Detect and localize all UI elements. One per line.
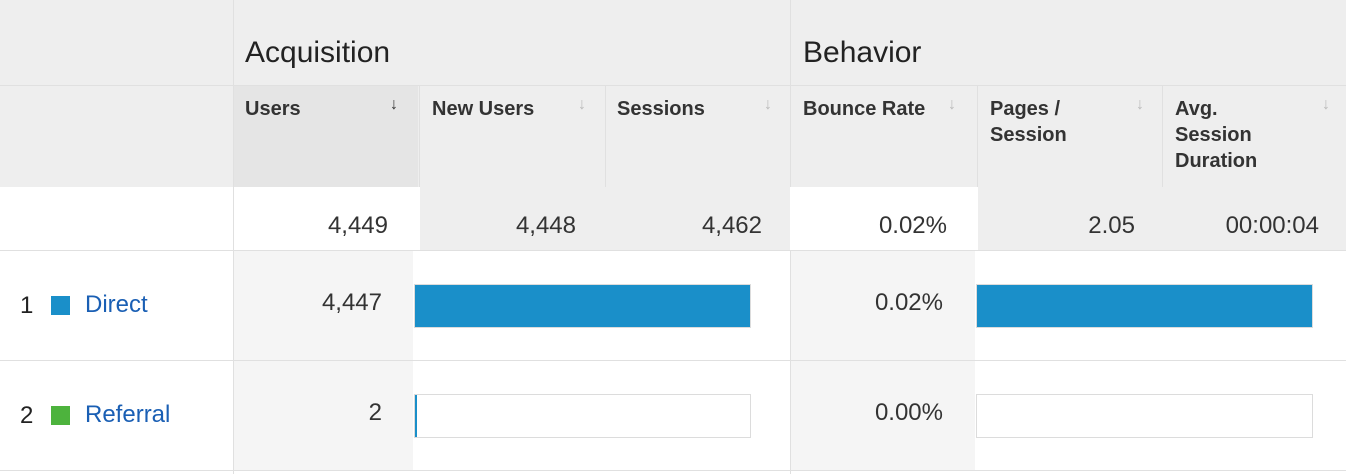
bounce-rate-bar bbox=[976, 284, 1313, 328]
header-background bbox=[0, 0, 1346, 187]
series-color-swatch bbox=[51, 296, 70, 315]
sort-icon[interactable]: ↓ bbox=[1322, 96, 1330, 114]
channel-link[interactable]: Referral bbox=[85, 401, 170, 429]
users-bar bbox=[414, 284, 751, 328]
column-header-bounce-rate[interactable]: Bounce Rate bbox=[803, 96, 948, 122]
bounce-rate-value: 0.02% bbox=[874, 289, 943, 316]
sort-icon[interactable]: ↓ bbox=[948, 96, 956, 114]
column-header-sessions[interactable]: Sessions bbox=[617, 96, 757, 122]
bounce-rate-bar-fill bbox=[977, 285, 1312, 327]
total-pages-session: 2.05 bbox=[1088, 212, 1135, 239]
users-bar-fill bbox=[415, 285, 750, 327]
row-bottom-border bbox=[0, 470, 1346, 471]
totals-bottom-border bbox=[0, 250, 1346, 251]
row-bottom-border bbox=[0, 360, 1346, 361]
total-new-users: 4,448 bbox=[515, 212, 576, 239]
header-divider bbox=[0, 85, 1346, 86]
column-header-pages-session[interactable]: Pages / Session bbox=[990, 96, 1090, 148]
group-title-behavior: Behavior bbox=[803, 36, 922, 69]
group-title-acquisition: Acquisition bbox=[245, 36, 391, 69]
users-value: 2 bbox=[368, 399, 382, 426]
column-header-users[interactable]: Users bbox=[245, 96, 385, 122]
sort-icon[interactable]: ↓ bbox=[764, 96, 772, 114]
bounce-rate-bar bbox=[976, 394, 1313, 438]
column-header-avg-session-duration[interactable]: Avg. Session Duration bbox=[1175, 96, 1275, 174]
row-number: 1 bbox=[20, 292, 34, 319]
channel-link[interactable]: Direct bbox=[85, 291, 148, 319]
column-header-new-users[interactable]: New Users bbox=[432, 96, 572, 122]
sort-icon[interactable]: ↓ bbox=[1136, 96, 1144, 114]
row-number: 2 bbox=[20, 402, 34, 429]
sort-desc-icon[interactable]: ↓ bbox=[390, 96, 398, 114]
users-bar-fill bbox=[415, 395, 417, 437]
users-bar bbox=[414, 394, 751, 438]
users-value: 4,447 bbox=[321, 289, 382, 316]
total-bounce-rate: 0.02% bbox=[878, 212, 947, 239]
total-sessions: 4,462 bbox=[701, 212, 762, 239]
series-color-swatch bbox=[51, 406, 70, 425]
sort-icon[interactable]: ↓ bbox=[578, 96, 586, 114]
total-users: 4,449 bbox=[327, 212, 388, 239]
bounce-rate-value: 0.00% bbox=[874, 399, 943, 426]
total-avg-duration: 00:00:04 bbox=[1225, 212, 1319, 239]
